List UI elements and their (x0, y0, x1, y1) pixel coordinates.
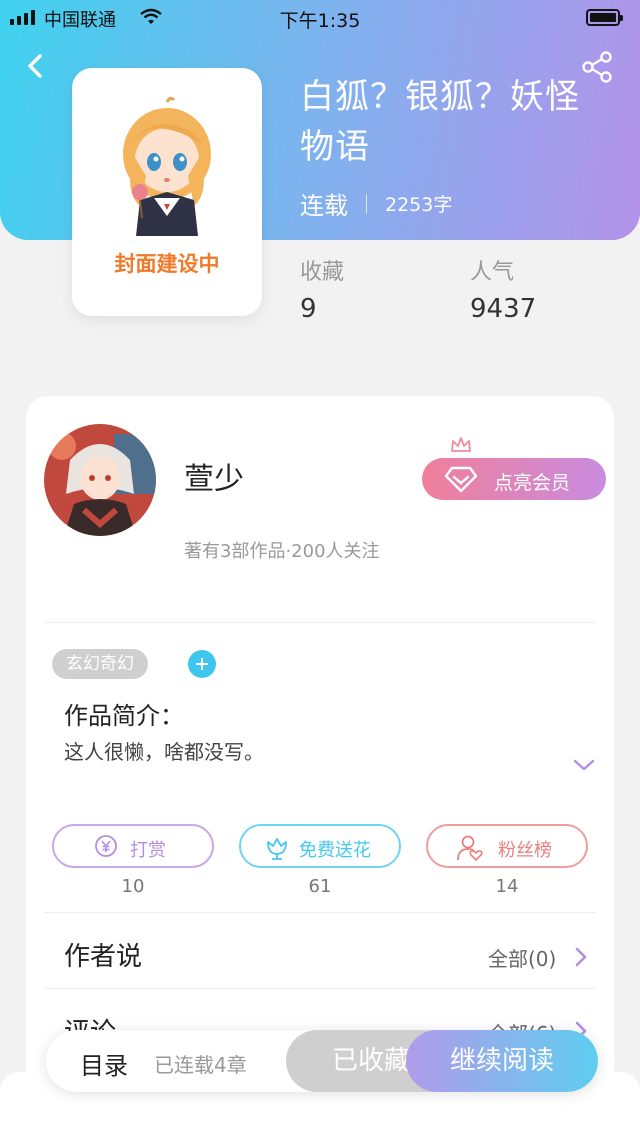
book-title: 白狐？银狐？妖怪物语 (300, 77, 580, 167)
cover-placeholder-label: 封面建设中 (114, 252, 220, 276)
flower-count: 61 (308, 876, 332, 897)
author-name[interactable]: 萱少 (184, 454, 244, 498)
stat-value: 9 (300, 294, 317, 324)
book-cover[interactable]: 封面建设中 (72, 68, 262, 316)
chevron-down-icon[interactable] (572, 758, 596, 772)
fan-heart-icon (457, 835, 483, 862)
continue-reading-button[interactable]: 继续阅读 (406, 1030, 598, 1092)
send-flower-button[interactable]: 免费送花 (239, 824, 401, 868)
avatar-illustration (44, 424, 156, 536)
fan-ranking-label: 粉丝榜 (498, 840, 552, 861)
cover-character-illustration (123, 96, 211, 236)
tip-button[interactable]: 打赏 (52, 824, 214, 868)
book-meta: 连载 2253字 (300, 186, 452, 221)
author-avatar[interactable] (44, 424, 156, 536)
activate-vip-button[interactable]: 点亮会员 (422, 458, 606, 500)
popularity-stat: 人气 9437 (470, 254, 536, 324)
fan-count: 14 (495, 876, 519, 897)
divider (44, 912, 596, 913)
author-says-all-link[interactable]: 全部(0) (488, 943, 556, 972)
divider (44, 622, 596, 623)
collect-stat: 收藏 9 (300, 254, 344, 324)
word-count: 2253字 (385, 194, 453, 216)
tip-count: 10 (121, 876, 145, 897)
tip-label: 打赏 (130, 840, 166, 861)
table-of-contents-button[interactable]: 目录 (80, 1046, 128, 1081)
status-bar: 中国联通 下午1:35 (0, 0, 640, 36)
author-says-title[interactable]: 作者说 (64, 936, 142, 973)
crown-icon (451, 437, 471, 452)
yen-coin-icon (95, 835, 117, 857)
author-stats: 著有3部作品·200人关注 (184, 541, 380, 562)
chapter-count: 已连载4章 (154, 1053, 247, 1077)
intro-text: 这人很懒，啥都没写。 (64, 740, 264, 764)
book-status: 连载 (300, 192, 348, 220)
chevron-right-icon[interactable] (574, 946, 588, 968)
divider (44, 988, 596, 989)
collected-label: 已收藏 (331, 1046, 410, 1076)
intro-title: 作品简介： (64, 702, 184, 730)
stat-value: 9437 (470, 294, 537, 324)
add-tag-button[interactable] (188, 650, 216, 678)
back-button[interactable] (22, 50, 50, 82)
battery-icon (586, 9, 623, 26)
send-flower-label: 免费送花 (299, 840, 371, 861)
book-detail-card: 萱少 著有3部作品·200人关注 点亮会员 玄幻奇幻 作品简介： 这人很懒，啥都… (26, 396, 614, 1116)
status-time: 下午1:35 (279, 10, 361, 32)
fan-ranking-button[interactable]: 粉丝榜 (426, 824, 588, 868)
flower-icon (267, 838, 287, 860)
diamond-icon (444, 466, 478, 493)
stat-label: 收藏 (300, 260, 345, 285)
stat-label: 人气 (470, 260, 515, 285)
genre-tag[interactable]: 玄幻奇幻 (52, 649, 148, 679)
meta-divider (366, 193, 367, 214)
bottom-action-bar: 目录 已连载4章 已收藏 继续阅读 (46, 1030, 598, 1092)
vip-button-label: 点亮会员 (494, 472, 571, 494)
